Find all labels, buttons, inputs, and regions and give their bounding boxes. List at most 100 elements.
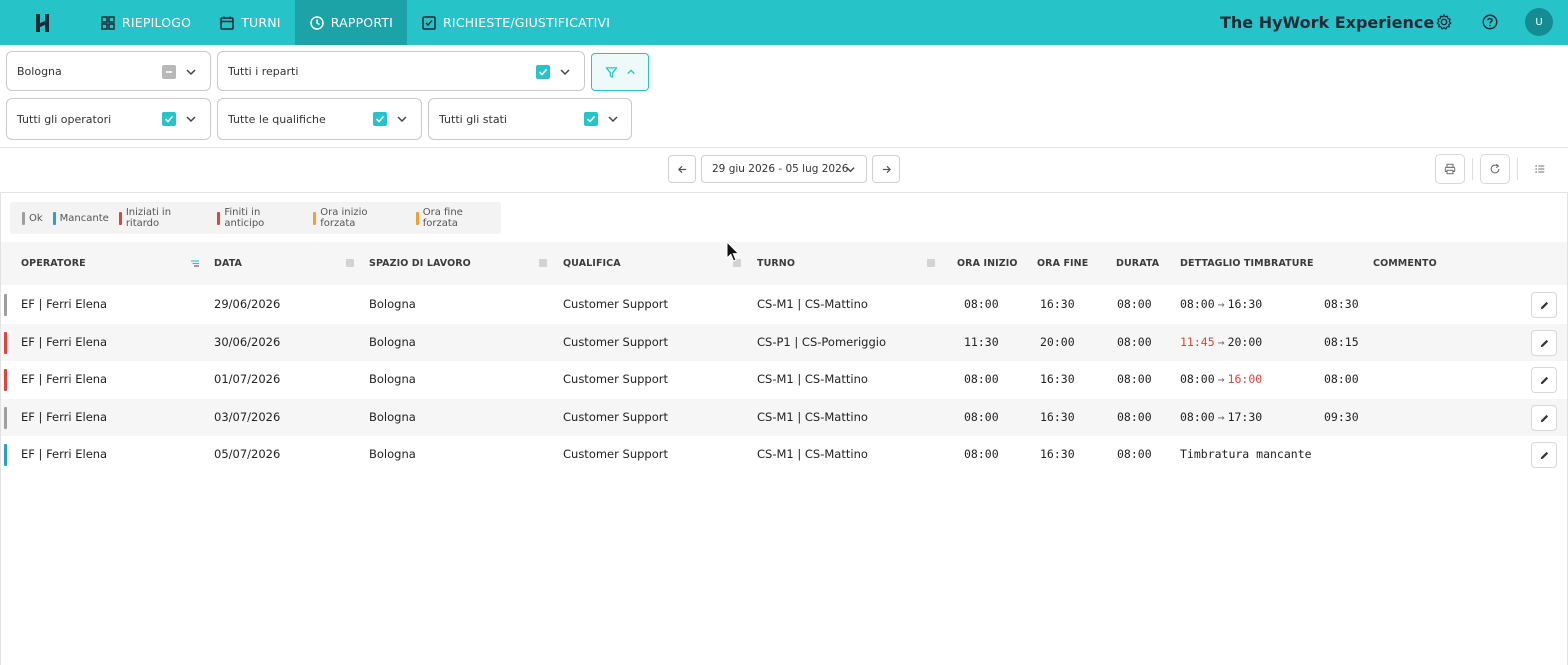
- column-header-operatore[interactable]: OPERATORE: [21, 258, 86, 269]
- legend-label: Finiti in anticipo: [224, 207, 265, 229]
- states-filter-value: Tutti gli stati: [439, 112, 507, 126]
- legend-item-iniziati-in-ritardo: Iniziati in ritardo: [118, 207, 208, 229]
- operators-filter[interactable]: Tutti gli operatori: [6, 98, 211, 140]
- departments-filter[interactable]: Tutti i reparti: [217, 51, 585, 91]
- brand-title: The HyWork Experience: [1220, 13, 1435, 32]
- legend-label: Iniziati in ritardo: [125, 207, 172, 229]
- cell-qualification: Customer Support: [563, 447, 668, 461]
- edit-row-button[interactable]: [1531, 367, 1557, 393]
- column-header-dettaglio-timbrature[interactable]: DETTAGLIO TIMBRATURE: [1180, 258, 1314, 269]
- chevron-down-icon: [397, 116, 407, 123]
- checked-checkbox-icon[interactable]: [162, 112, 176, 126]
- table-row[interactable]: EF | Ferri Elena 29/06/2026 Bologna Cust…: [1, 286, 1567, 323]
- cell-shift: CS-P1 | CS-Pomeriggio: [757, 335, 886, 349]
- cell-duration: 08:00: [1117, 372, 1152, 386]
- list-view-button[interactable]: [1525, 154, 1555, 184]
- checked-checkbox-icon[interactable]: [584, 112, 598, 126]
- chevron-down-icon: [186, 69, 196, 76]
- column-header-commento[interactable]: COMMENTO: [1373, 258, 1437, 269]
- checked-checkbox-icon[interactable]: [536, 65, 550, 79]
- table-row[interactable]: EF | Ferri Elena 03/07/2026 Bologna Cust…: [1, 399, 1567, 436]
- punch-out-early: 16:00: [1227, 372, 1263, 386]
- edit-row-button[interactable]: [1531, 442, 1557, 468]
- cell-start: 08:00: [964, 372, 999, 386]
- mouse-cursor-icon: [726, 241, 740, 262]
- user-avatar[interactable]: U: [1525, 8, 1553, 36]
- qualifications-filter[interactable]: Tutte le qualifiche: [217, 98, 422, 140]
- column-menu-icon[interactable]: [539, 259, 547, 267]
- legend-label: Ok: [29, 212, 43, 224]
- table-row[interactable]: EF | Ferri Elena 30/06/2026 Bologna Cust…: [1, 324, 1567, 361]
- period-selector[interactable]: 29 giu 2026 - 05 lug 2026: [701, 155, 867, 183]
- column-header-turno[interactable]: TURNO: [757, 258, 795, 269]
- cell-qualification: Customer Support: [563, 372, 668, 386]
- checkbox-icon: [422, 15, 436, 30]
- status-indicator: [4, 444, 7, 466]
- cell-duration: 08:00: [1117, 335, 1152, 349]
- list-icon: [1535, 165, 1545, 173]
- cell-date: 05/07/2026: [214, 447, 281, 461]
- location-filter[interactable]: Bologna: [6, 51, 211, 91]
- table-row[interactable]: EF | Ferri Elena 05/07/2026 Bologna Cust…: [1, 436, 1567, 473]
- pencil-icon: [1540, 301, 1548, 309]
- status-indicator: [4, 407, 7, 429]
- checked-checkbox-icon[interactable]: [373, 112, 387, 126]
- edit-row-button[interactable]: [1531, 292, 1557, 318]
- refresh-icon: [1490, 163, 1500, 174]
- nav-rapporti[interactable]: RAPPORTI: [294, 0, 408, 45]
- next-period-button[interactable]: [872, 155, 900, 183]
- printer-icon: [1444, 163, 1456, 175]
- arrow-right-icon: →: [1217, 410, 1225, 424]
- settings-button[interactable]: [1433, 11, 1455, 33]
- legend-swatch: [313, 211, 317, 225]
- cell-workspace: Bologna: [369, 372, 416, 386]
- cell-workspace: Bologna: [369, 447, 416, 461]
- toolbar-divider: [1517, 158, 1518, 180]
- chevron-down-icon: [846, 167, 855, 173]
- cell-punch-missing: Timbratura mancante: [1180, 447, 1312, 461]
- legend-swatch: [217, 211, 221, 225]
- cell-worked-time: 08:15: [1324, 335, 1359, 349]
- app-logo[interactable]: [0, 0, 86, 45]
- chevron-down-icon: [186, 116, 196, 123]
- edit-row-button[interactable]: [1531, 405, 1557, 431]
- punch-in-late: 11:45: [1180, 335, 1215, 349]
- states-filter[interactable]: Tutti gli stati: [428, 98, 632, 140]
- edit-row-button[interactable]: [1531, 330, 1557, 356]
- column-header-qualifica[interactable]: QUALIFICA: [563, 258, 621, 269]
- pencil-icon: [1540, 376, 1548, 384]
- filter-toggle-button[interactable]: [591, 53, 649, 91]
- cell-start: 08:00: [964, 410, 999, 424]
- column-header-ora-inizio[interactable]: ORA INIZIO: [957, 258, 1018, 269]
- column-menu-icon[interactable]: [927, 259, 935, 267]
- indeterminate-checkbox-icon[interactable]: [162, 65, 176, 79]
- print-button[interactable]: [1435, 154, 1465, 184]
- chevron-down-icon: [608, 116, 618, 123]
- nav-rapporti-label: RAPPORTI: [330, 15, 394, 30]
- cell-operator: EF | Ferri Elena: [21, 410, 108, 424]
- sort-ascending-icon[interactable]: [190, 259, 200, 268]
- column-header-data[interactable]: DATA: [214, 258, 242, 269]
- cell-worked-time: 08:30: [1324, 297, 1359, 311]
- cell-end: 20:00: [1040, 335, 1075, 349]
- nav-riepilogo[interactable]: RIEPILOGO: [86, 0, 205, 45]
- column-header-durata[interactable]: DURATA: [1116, 258, 1159, 269]
- previous-period-button[interactable]: [668, 155, 696, 183]
- nav-richieste-giustificativi[interactable]: RICHIESTE/GIUSTIFICATIVI: [407, 0, 624, 45]
- legend-swatch: [52, 211, 56, 225]
- cell-date: 30/06/2026: [214, 335, 281, 349]
- column-header-ora-fine[interactable]: ORA FINE: [1037, 258, 1088, 269]
- divider: [0, 147, 1568, 148]
- help-button[interactable]: [1479, 11, 1501, 33]
- refresh-button[interactable]: [1480, 154, 1510, 184]
- cell-start: 11:30: [964, 335, 999, 349]
- table-row[interactable]: EF | Ferri Elena 01/07/2026 Bologna Cust…: [1, 361, 1567, 398]
- nav-turni[interactable]: TURNI: [205, 0, 295, 45]
- arrow-left-icon: [677, 165, 686, 173]
- column-header-spazio-di-lavoro[interactable]: SPAZIO DI LAVORO: [369, 258, 471, 269]
- legend-item-mancante: Mancante: [52, 211, 109, 225]
- punch-in: 08:00: [1180, 410, 1215, 424]
- column-menu-icon[interactable]: [346, 259, 354, 267]
- legend-swatch: [415, 211, 419, 225]
- cell-duration: 08:00: [1117, 297, 1152, 311]
